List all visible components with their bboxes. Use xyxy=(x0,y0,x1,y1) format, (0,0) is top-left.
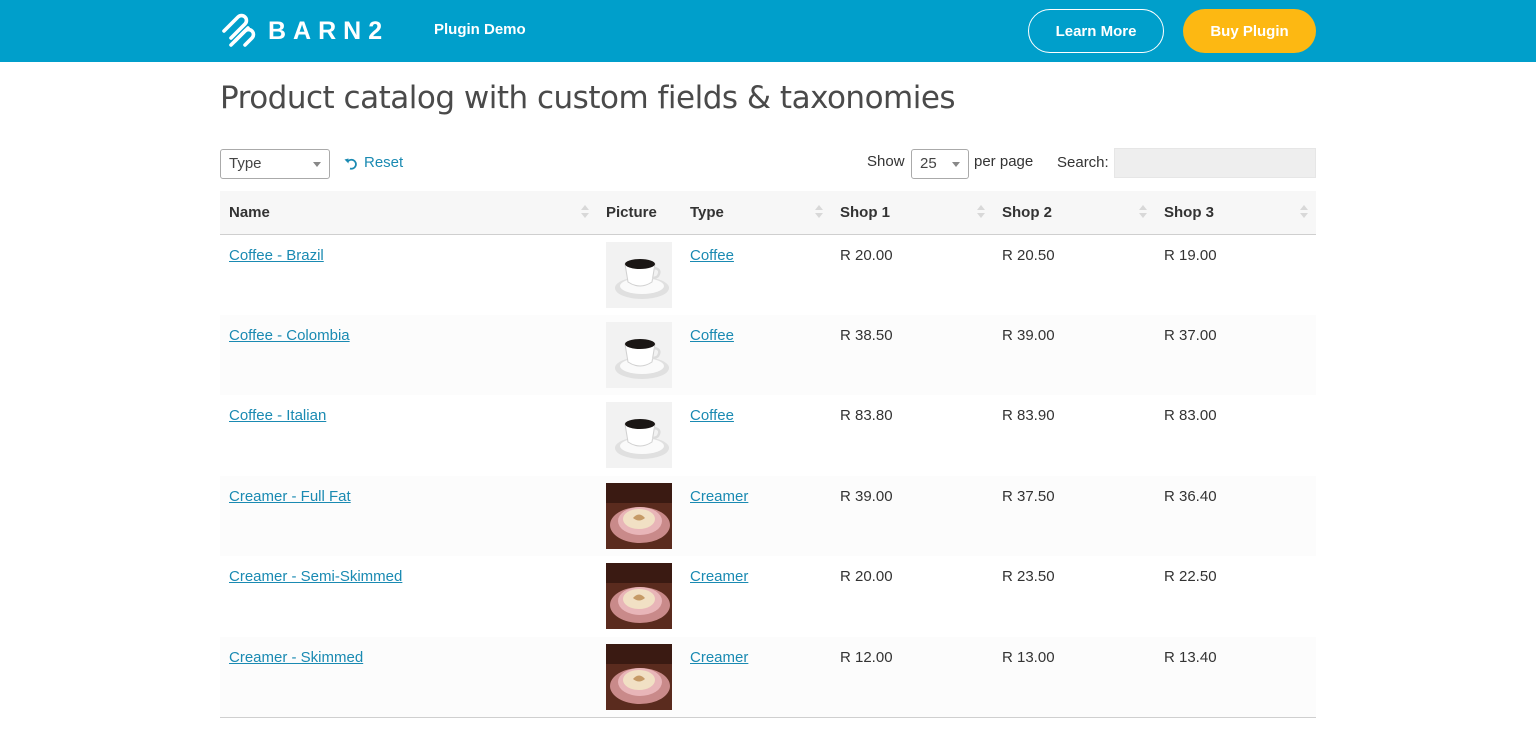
cell-shop-3: R 37.00 xyxy=(1155,314,1316,395)
cell-shop-2: R 23.50 xyxy=(1002,568,1055,585)
cell-type: Creamer xyxy=(681,475,831,556)
cell-type: Coffee xyxy=(681,395,831,476)
coffee-cup-image[interactable] xyxy=(606,402,672,468)
per-page-label: per page xyxy=(974,153,1034,170)
product-name-link[interactable]: Creamer - Skimmed xyxy=(229,649,363,666)
cell-type: Coffee xyxy=(681,314,831,395)
cell-name: Creamer - Skimmed xyxy=(220,636,597,718)
cell-name: Creamer - Full Fat xyxy=(220,475,597,556)
table-row: Coffee - Brazil Coffee R 20.00 R 20.50 R 19.… xyxy=(220,234,1316,315)
type-filter-select[interactable]: Type xyxy=(220,149,330,179)
cell-shop-3: R 36.40 xyxy=(1155,475,1316,556)
cell-picture xyxy=(597,395,681,476)
chevron-down-icon xyxy=(313,162,321,167)
cell-shop-1: R 12.00 xyxy=(831,636,993,718)
top-bar: BARN2 Plugin Demo Learn More Buy Plugin xyxy=(0,0,1536,62)
search-input[interactable] xyxy=(1114,148,1316,178)
coffee-cup-image[interactable] xyxy=(606,242,672,308)
cell-name: Coffee - Brazil xyxy=(220,234,597,315)
nav-plugin-demo[interactable]: Plugin Demo xyxy=(434,21,526,38)
show-label: Show xyxy=(867,153,905,170)
cell-type: Coffee xyxy=(681,234,831,315)
column-header-shop-1[interactable]: Shop 1 xyxy=(831,191,993,235)
barn2-logo-icon xyxy=(222,13,256,47)
column-header-name[interactable]: Name xyxy=(220,191,597,235)
undo-icon xyxy=(344,158,357,170)
cell-shop-1: R 20.00 xyxy=(840,568,893,585)
latte-cup-image[interactable] xyxy=(606,644,672,710)
cell-shop-2: R 39.00 xyxy=(993,314,1155,395)
learn-more-button[interactable]: Learn More xyxy=(1028,9,1164,53)
cell-shop-3: R 13.40 xyxy=(1155,636,1316,718)
cell-name: Coffee - Colombia xyxy=(220,314,597,395)
product-name-link[interactable]: Coffee - Colombia xyxy=(229,327,350,344)
cell-shop-2: R 37.50 xyxy=(993,475,1155,556)
product-name-link[interactable]: Creamer - Semi-Skimmed xyxy=(229,568,402,585)
column-header-shop-3[interactable]: Shop 3 xyxy=(1155,191,1316,235)
column-header-type[interactable]: Type xyxy=(681,191,831,235)
coffee-cup-image[interactable] xyxy=(606,322,672,388)
table-row: Creamer - Full Fat Creamer R 39.00 R 37.50 R… xyxy=(220,475,1316,556)
latte-cup-image[interactable] xyxy=(606,563,672,629)
page-length-select[interactable]: 25 xyxy=(911,149,969,179)
sort-icon xyxy=(1300,205,1308,219)
table-controls: Type Reset Show 25 per page Search: xyxy=(220,148,1316,180)
cell-type: Creamer xyxy=(681,636,831,718)
sort-icon xyxy=(1139,205,1147,219)
latte-cup-image[interactable] xyxy=(606,483,672,549)
cell-shop-3: R 83.00 xyxy=(1164,407,1217,424)
table-row: Coffee - Colombia Coffee R 38.50 R 39.00 R 3… xyxy=(220,314,1316,395)
column-header-shop-2[interactable]: Shop 2 xyxy=(993,191,1155,235)
search-label: Search: xyxy=(1057,154,1109,171)
type-filter-value: Type xyxy=(229,155,262,172)
cell-shop-2: R 20.50 xyxy=(1002,246,1055,264)
cell-shop-3: R 19.00 xyxy=(1164,246,1217,264)
page-length-value: 25 xyxy=(920,155,937,172)
table-row: Coffee - Italian Coffee R 83.80 R 83.90 R 83… xyxy=(220,395,1316,476)
table-row: Creamer - Semi-Skimmed Creamer R 20.00 R 23… xyxy=(220,556,1316,637)
chevron-down-icon xyxy=(952,162,960,167)
table-header-row: Name Picture Type Shop 1 Shop 2 Shop 3 xyxy=(220,191,1316,235)
product-name-link[interactable]: Creamer - Full Fat xyxy=(229,488,351,505)
product-type-link[interactable]: Creamer xyxy=(690,568,748,585)
cell-picture xyxy=(597,636,681,718)
sort-icon xyxy=(581,205,589,219)
cell-shop-2: R 83.90 xyxy=(1002,407,1055,424)
cell-shop-1: R 20.00 xyxy=(840,246,893,264)
cell-name: Coffee - Italian xyxy=(220,395,597,476)
sort-icon xyxy=(815,205,823,219)
product-name-link[interactable]: Coffee - Brazil xyxy=(229,247,324,264)
page-title: Product catalog with custom fields & tax… xyxy=(220,80,956,116)
cell-shop-2: R 13.00 xyxy=(993,636,1155,718)
cell-shop-1: R 39.00 xyxy=(831,475,993,556)
brand-name: BARN2 xyxy=(268,16,390,45)
cell-shop-1: R 38.50 xyxy=(831,314,993,395)
cell-picture xyxy=(597,314,681,395)
product-table: Name Picture Type Shop 1 Shop 2 Shop 3 C… xyxy=(220,191,1316,718)
product-type-link[interactable]: Creamer xyxy=(690,649,748,666)
product-type-link[interactable]: Coffee xyxy=(690,407,734,424)
product-type-link[interactable]: Coffee xyxy=(690,327,734,344)
cell-name: Creamer - Semi-Skimmed xyxy=(220,556,597,637)
product-name-link[interactable]: Coffee - Italian xyxy=(229,407,326,424)
column-header-picture: Picture xyxy=(597,191,681,235)
cell-picture xyxy=(597,475,681,556)
cell-picture xyxy=(597,556,681,637)
buy-plugin-button[interactable]: Buy Plugin xyxy=(1183,9,1316,53)
cell-shop-1: R 83.80 xyxy=(840,407,893,424)
sort-icon xyxy=(977,205,985,219)
reset-label: Reset xyxy=(364,154,404,171)
table-row: Creamer - Skimmed Creamer R 12.00 R 13.00 R … xyxy=(220,636,1316,718)
brand[interactable]: BARN2 xyxy=(220,13,389,49)
product-type-link[interactable]: Coffee xyxy=(690,247,734,264)
cell-type: Creamer xyxy=(681,556,831,637)
cell-picture xyxy=(597,234,681,315)
reset-button[interactable]: Reset xyxy=(344,154,403,171)
cell-shop-3: R 22.50 xyxy=(1164,568,1217,585)
product-type-link[interactable]: Creamer xyxy=(690,488,748,505)
